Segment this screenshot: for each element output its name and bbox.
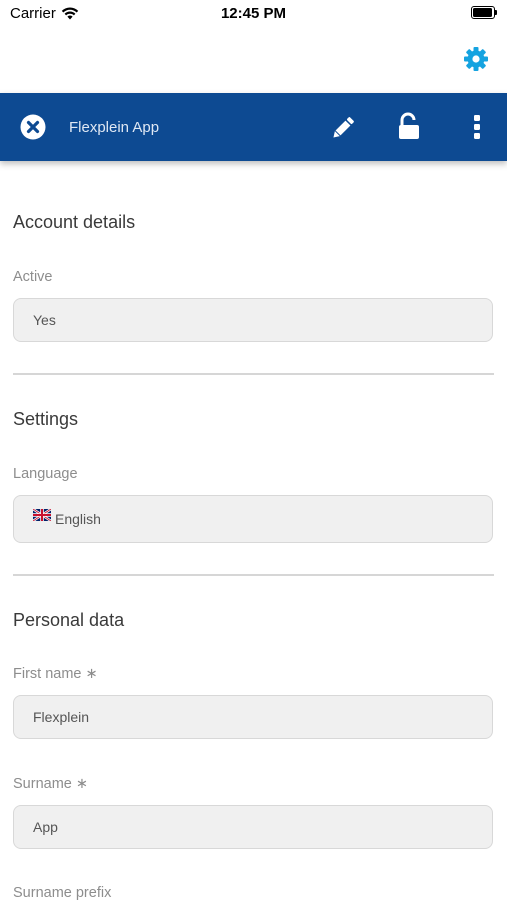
close-icon[interactable] <box>20 114 46 140</box>
first-name-field[interactable]: Flexplein <box>13 695 493 739</box>
active-label: Active <box>13 269 53 285</box>
more-vertical-icon[interactable] <box>470 113 484 141</box>
active-value: Yes <box>33 312 56 328</box>
unlock-icon[interactable] <box>397 112 421 140</box>
app-title: Flexplein App <box>69 119 160 136</box>
section-divider <box>13 373 494 375</box>
first-name-value: Flexplein <box>33 709 90 725</box>
language-field[interactable]: English <box>13 495 493 543</box>
first-name-label: First name ∗ <box>13 666 98 682</box>
gear-icon[interactable] <box>463 46 489 72</box>
uk-flag-icon <box>33 509 51 521</box>
surname-label: Surname ∗ <box>13 776 89 792</box>
pencil-icon[interactable] <box>329 114 357 142</box>
clock: 12:45 PM <box>220 5 287 22</box>
surname-field[interactable]: App <box>13 805 493 849</box>
language-value: English <box>55 511 101 527</box>
surname-value: App <box>33 819 58 835</box>
section-divider <box>13 574 494 576</box>
active-field[interactable]: Yes <box>13 298 493 342</box>
language-label: Language <box>13 466 78 482</box>
app-header-bar: Flexplein App <box>0 93 507 161</box>
surname-prefix-label: Surname prefix <box>13 885 112 901</box>
section-title-personal-data: Personal data <box>13 610 125 630</box>
section-title-account-details: Account details <box>13 212 136 232</box>
status-bar: Carrier 12:45 PM <box>0 0 507 30</box>
section-title-settings: Settings <box>13 409 79 429</box>
battery-icon <box>471 6 497 19</box>
